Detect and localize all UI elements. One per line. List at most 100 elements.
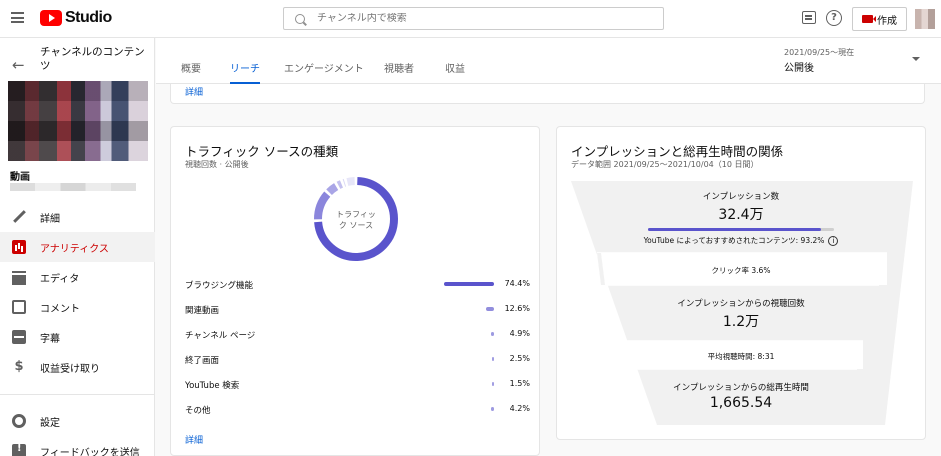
clapperboard-icon [12, 271, 26, 285]
youtube-logo-icon [40, 10, 62, 26]
traffic-sources-card: トラフィック ソースの種類 視聴回数 · 公開後 トラフィッ ク ソース ブラウ… [170, 126, 540, 456]
impressions-label: インプレッション数 [702, 192, 780, 202]
tab-audience[interactable]: 視聴者 [384, 60, 414, 84]
traffic-row-bar [491, 407, 494, 411]
details-link[interactable]: 詳細 [185, 85, 203, 98]
traffic-details-link[interactable]: 詳細 [185, 433, 203, 446]
impressions-value: 32.4万 [718, 207, 764, 223]
traffic-row[interactable]: その他 4.2% [185, 402, 530, 416]
donut-segment[interactable] [336, 180, 344, 189]
search-input[interactable] [317, 13, 637, 24]
traffic-row-label: ブラウジング機能 [185, 281, 254, 291]
date-mode-text: 公開後 [784, 63, 814, 74]
sidebar-item-monetization[interactable]: $ 収益受け取り [0, 352, 155, 382]
sidebar-item-label: 字幕 [40, 333, 60, 345]
watch-time-value: 1,665.54 [709, 395, 773, 411]
pencil-icon [12, 210, 26, 224]
traffic-row[interactable]: チャンネル ページ 4.9% [185, 327, 530, 341]
traffic-row-label: 終了画面 [185, 356, 220, 366]
studio-logo[interactable]: Studio [40, 9, 112, 27]
sidebar-item-editor[interactable]: エディタ [0, 262, 155, 292]
sidebar-item-analytics[interactable]: アナリティクス [0, 232, 155, 262]
traffic-row-pct: 12.6% [504, 304, 530, 313]
tab-overview[interactable]: 概要 [181, 60, 201, 84]
traffic-donut-chart[interactable]: トラフィッ ク ソース [311, 174, 401, 264]
traffic-row-label: その他 [185, 406, 211, 416]
traffic-row-label: YouTube 検索 [185, 381, 240, 391]
donut-center-label: トラフィッ ク ソース [311, 209, 401, 231]
channel-content-title[interactable]: チャンネルのコンテンツ [40, 45, 150, 73]
recommended-text-row: YouTube によっておすすめされたコンテンツ: 93.2% i [557, 235, 925, 246]
comment-icon [12, 300, 26, 314]
sidebar-item-label: 収益受け取り [40, 363, 100, 375]
sidebar-item-settings[interactable]: 設定 [0, 406, 155, 436]
sidebar-item-label: フィードバックを送信 [40, 447, 140, 456]
traffic-row[interactable]: YouTube 検索 1.5% [185, 377, 530, 391]
create-button[interactable]: 作成 [852, 7, 907, 31]
sidebar-item-label: アナリティクス [40, 243, 109, 255]
tab-revenue[interactable]: 収益 [445, 60, 465, 84]
analytics-icon [12, 240, 26, 254]
impressions-funnel-card: インプレッションと総再生時間の関係 データ範囲 2021/09/25～2021/… [556, 126, 926, 440]
traffic-row-pct: 4.2% [509, 404, 530, 413]
previous-card: 詳細 [170, 84, 925, 104]
views-value: 1.2万 [722, 314, 760, 330]
tab-engagement[interactable]: エンゲージメント [284, 60, 364, 84]
impressions-bar-track [648, 228, 834, 231]
sidebar-item-label: コメント [40, 303, 80, 315]
sidebar-item-details[interactable]: 詳細 [0, 202, 155, 232]
logo-text: Studio [65, 9, 112, 26]
video-thumbnail[interactable] [8, 81, 148, 161]
search-icon [295, 13, 305, 24]
avatar[interactable] [915, 9, 935, 29]
traffic-row-pct: 74.4% [504, 279, 530, 288]
subtitles-icon [12, 330, 26, 344]
traffic-row-bar [490, 332, 494, 336]
traffic-row-bar [492, 357, 494, 361]
top-bar: Studio ? 作成 [0, 0, 941, 38]
sidebar-item-feedback[interactable]: フィードバックを送信 [0, 436, 155, 456]
traffic-row-bar [492, 382, 494, 386]
recommended-text: YouTube によっておすすめされたコンテンツ: 93.2% [643, 236, 825, 245]
traffic-row[interactable]: ブラウジング機能 74.4% [185, 277, 530, 291]
dollar-icon: $ [14, 359, 24, 374]
sidebar-item-comments[interactable]: コメント [0, 292, 155, 322]
impressions-block[interactable]: インプレッション数 32.4万 YouTube によっておすすめされたコンテンツ… [557, 190, 925, 246]
donut-segment[interactable] [326, 183, 339, 196]
caret-down-icon [912, 57, 920, 61]
traffic-row-bar [444, 282, 494, 286]
traffic-row-pct: 4.9% [509, 329, 530, 338]
sidebar-item-subtitles[interactable]: 字幕 [0, 322, 155, 352]
date-range-text: 2021/09/25～現在 [784, 48, 855, 57]
analytics-header: 概要 リーチ エンゲージメント 視聴者 収益 2021/09/25～現在 公開後 [156, 38, 941, 84]
avg-watch-time-text: 平均視聴時間: 8:31 [707, 352, 775, 361]
traffic-card-title: トラフィック ソースの種類 [185, 144, 339, 159]
views-label: インプレッションからの視聴回数 [677, 299, 805, 309]
sidebar-item-label: エディタ [40, 273, 80, 285]
video-camera-icon [862, 15, 876, 23]
info-icon[interactable]: i [828, 236, 839, 246]
watch-time-label: インプレッションからの総再生時間 [673, 383, 809, 393]
create-label: 作成 [877, 15, 897, 27]
help-icon[interactable]: ? [826, 10, 842, 26]
donut-segment[interactable] [346, 177, 355, 186]
sidebar-item-label: 設定 [40, 417, 60, 429]
views-block[interactable]: インプレッションからの視聴回数 1.2万 [557, 297, 925, 331]
search-box[interactable] [283, 7, 664, 30]
video-title-blurred [10, 183, 136, 191]
traffic-row[interactable]: 終了画面 2.5% [185, 352, 530, 366]
traffic-card-subtitle: 視聴回数 · 公開後 [185, 160, 249, 169]
donut-label-line-2: ク ソース [338, 221, 374, 230]
watch-time-block[interactable]: インプレッションからの総再生時間 1,665.54 [557, 381, 925, 411]
traffic-row-bar [485, 307, 494, 311]
gear-icon [12, 414, 26, 428]
traffic-row[interactable]: 関連動画 12.6% [185, 302, 530, 316]
back-arrow-icon[interactable]: ← [12, 56, 25, 74]
menu-icon[interactable] [11, 12, 24, 23]
traffic-row-pct: 2.5% [509, 354, 530, 363]
feedback-icon[interactable] [802, 11, 816, 24]
sidebar-divider [0, 394, 155, 395]
ctr-text: クリック率 3.6% [711, 266, 771, 275]
traffic-row-pct: 1.5% [509, 379, 530, 388]
tab-reach[interactable]: リーチ [230, 60, 260, 84]
